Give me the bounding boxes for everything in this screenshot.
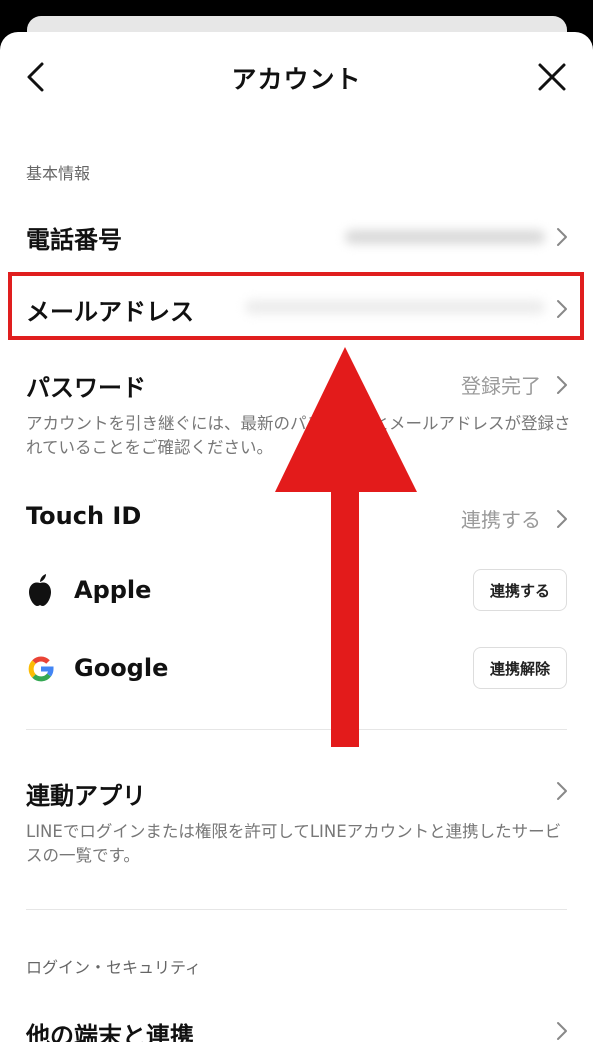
row-phone[interactable]: 電話番号 bbox=[0, 208, 593, 266]
chevron-right-icon bbox=[557, 510, 567, 528]
chevron-right-icon bbox=[557, 376, 567, 394]
touch-id-label: Touch ID bbox=[26, 502, 142, 530]
chevron-right-icon bbox=[557, 782, 567, 800]
google-label: Google bbox=[74, 654, 169, 682]
up-arrow-annotation-icon bbox=[275, 347, 417, 747]
linked-apps-note: LINEでログインまたは権限を許可してLINEアカウントと連携したサービスの一覧… bbox=[26, 822, 562, 865]
phone-value-blurred bbox=[345, 230, 545, 244]
close-icon[interactable] bbox=[537, 62, 567, 92]
chevron-right-icon bbox=[557, 1022, 567, 1040]
other-devices-label: 他の端末と連携 bbox=[26, 1022, 194, 1042]
page-title: アカウント bbox=[231, 65, 362, 94]
email-highlight-box bbox=[8, 272, 584, 340]
password-label: パスワード bbox=[26, 374, 146, 402]
row-linked-apps[interactable]: 連動アプリ bbox=[0, 766, 593, 818]
account-sheet: アカウント 基本情報 電話番号 メールアドレス パスワード 登録完了 アカウント… bbox=[0, 32, 593, 1042]
section-label-basic-info: 基本情報 bbox=[26, 164, 91, 183]
divider bbox=[26, 909, 567, 910]
apple-logo-icon bbox=[29, 574, 51, 606]
google-logo-icon bbox=[28, 656, 54, 682]
chevron-right-icon bbox=[557, 228, 567, 246]
password-status: 登録完了 bbox=[461, 374, 541, 398]
apple-label: Apple bbox=[74, 576, 152, 604]
section-label-security: ログイン・セキュリティ bbox=[26, 958, 202, 977]
google-unlink-button[interactable]: 連携解除 bbox=[472, 647, 567, 689]
row-other-devices[interactable]: 他の端末と連携 bbox=[0, 1010, 593, 1042]
linked-apps-label: 連動アプリ bbox=[26, 782, 146, 810]
header: アカウント bbox=[0, 32, 593, 122]
phone-label: 電話番号 bbox=[26, 226, 122, 254]
touch-id-status: 連携する bbox=[461, 508, 541, 532]
apple-link-button[interactable]: 連携する bbox=[472, 569, 567, 611]
